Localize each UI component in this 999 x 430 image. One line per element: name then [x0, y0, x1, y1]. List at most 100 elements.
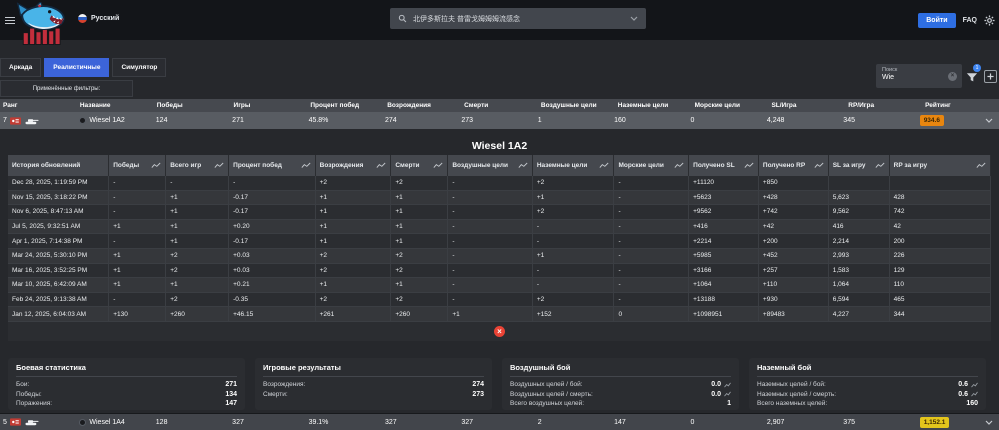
chevron-down-icon[interactable] [630, 16, 638, 21]
history-value: +1 [166, 278, 229, 292]
history-column-header[interactable]: SL за игру [829, 155, 890, 176]
vehicle-row-wiesel-1a4[interactable]: 5Wiesel 1A412832739.1%327327214702,90737… [0, 413, 999, 430]
history-column-header[interactable]: Морские цели [614, 155, 689, 176]
table-search-field[interactable]: Поиск Wie × [876, 64, 962, 88]
mini-chart-icon[interactable] [971, 382, 978, 388]
tab-realistic[interactable]: Реалистичные [44, 58, 109, 77]
mini-chart-icon[interactable] [971, 391, 978, 397]
trend-icon [301, 162, 311, 169]
top-header: Русский 北伊多斯拉夫 普雷戈姆姆姆流感念 Войти FAQ [0, 0, 999, 40]
column-header[interactable]: Процент побед [307, 99, 384, 112]
mini-chart-icon[interactable] [724, 382, 731, 388]
column-header[interactable]: Возрождения [384, 99, 461, 112]
mini-chart-icon[interactable] [724, 391, 731, 397]
history-column-header[interactable]: Наземные цели [533, 155, 615, 176]
tab-simulator[interactable]: Симулятор [112, 58, 166, 77]
history-value: +2 [533, 176, 615, 190]
history-column-header[interactable]: Возрождения [316, 155, 392, 176]
history-value: +2 [316, 293, 392, 307]
history-value: +2 [166, 264, 229, 278]
tab-arcade[interactable]: Аркада [0, 58, 41, 77]
history-column-header[interactable]: Всего игр [166, 155, 229, 176]
history-column-header[interactable]: Получено SL [689, 155, 759, 176]
vehicle-name-cell[interactable]: Wiesel 1A4 [76, 414, 152, 430]
gear-icon[interactable] [984, 15, 995, 26]
vehicle-name-cell[interactable]: Wiesel 1A2 [76, 112, 152, 129]
history-value: +1 [316, 234, 392, 248]
history-value: 6,594 [829, 293, 890, 307]
global-search[interactable]: 北伊多斯拉夫 普雷戈姆姆姆流感念 [390, 8, 646, 29]
stat-value: 375 [840, 414, 916, 430]
close-detail-button[interactable]: × [494, 326, 505, 337]
history-column-header[interactable]: Смерти [391, 155, 448, 176]
column-header[interactable]: Название [77, 99, 154, 112]
history-row: Nov 6, 2025, 8:47:13 AM-+1-0.17+1+1-+2-+… [8, 205, 991, 220]
vehicle-thumb-icon [79, 419, 86, 426]
column-header[interactable]: SL/Игра [768, 99, 845, 112]
history-value: +1 [109, 278, 166, 292]
stat-value: 271 [225, 381, 237, 388]
clear-search-icon[interactable]: × [948, 72, 957, 81]
tank-icon [24, 117, 40, 125]
stat-value: 273 [458, 112, 534, 129]
history-value: - [448, 220, 533, 234]
expand-row-icon[interactable] [985, 420, 993, 425]
history-value [829, 176, 890, 190]
history-column-header[interactable]: RP за игру [890, 155, 991, 176]
search-input-value[interactable]: 北伊多斯拉夫 普雷戈姆姆姆流感念 [413, 14, 624, 24]
history-value: - [614, 205, 689, 219]
history-value: +2 [391, 264, 448, 278]
stat-value: 147 [611, 414, 687, 430]
history-column-header[interactable]: Воздушные цели [448, 155, 533, 176]
column-header[interactable]: Морские цели [692, 99, 769, 112]
site-logo-shark-icon[interactable] [16, 2, 66, 47]
trend-icon [744, 162, 754, 169]
detail-title: Wiesel 1A2 [0, 140, 999, 152]
stat-value: 160 [966, 400, 978, 407]
history-value: +742 [759, 205, 829, 219]
russia-flag-icon [78, 14, 87, 23]
history-value: 1,583 [829, 264, 890, 278]
faq-link[interactable]: FAQ [963, 17, 977, 24]
column-header[interactable]: Ранг [0, 99, 77, 112]
history-row: Apr 1, 2025, 7:14:38 PM-+1-0.17+1+1---+2… [8, 234, 991, 249]
history-value: +2 [533, 293, 615, 307]
login-button[interactable]: Войти [918, 13, 955, 28]
column-header[interactable]: Рейтинг [922, 99, 999, 112]
history-value: - [166, 176, 229, 190]
card-title: Воздушный бой [510, 363, 731, 377]
history-column-header[interactable]: Победы [109, 155, 166, 176]
game-mode-tabs: АркадаРеалистичныеСимулятор [0, 58, 166, 77]
history-value: +1 [391, 220, 448, 234]
column-header[interactable]: Смерти [461, 99, 538, 112]
stat-value: 45.8% [306, 112, 382, 129]
card-stat-row: Воздушных целей / бой:0.0 [510, 380, 731, 390]
stat-value: 0.0 [711, 381, 731, 388]
column-header[interactable]: Наземные цели [615, 99, 692, 112]
stat-value: 2 [535, 414, 611, 430]
filter-icon[interactable] [966, 72, 978, 83]
rank-value: 5 [3, 419, 7, 426]
column-header[interactable]: Победы [154, 99, 231, 112]
expand-row-icon[interactable] [985, 118, 993, 123]
applied-filters-bar[interactable]: Применённые фильтры: [0, 80, 133, 97]
history-column-header[interactable]: История обновлений [8, 155, 109, 176]
history-value: +930 [759, 293, 829, 307]
stats-card: Боевая статистикаБои:271Победы:134Пораже… [8, 358, 245, 410]
history-column-header[interactable]: Процент побед [229, 155, 316, 176]
vehicle-row-wiesel-1a2[interactable]: 7Wiesel 1A212427145.8%274273116004,24834… [0, 112, 999, 129]
column-header[interactable]: Воздушные цели [538, 99, 615, 112]
column-header[interactable]: RP/Игра [845, 99, 922, 112]
language-selector[interactable]: Русский [78, 14, 119, 23]
add-column-button[interactable] [984, 70, 997, 83]
history-value: 344 [890, 307, 991, 321]
table-search-value[interactable]: Wie [882, 74, 956, 81]
history-value: - [614, 176, 689, 190]
history-value: - [533, 278, 615, 292]
header-label: Победы [113, 162, 139, 169]
column-header[interactable]: Игры [231, 99, 308, 112]
history-column-header[interactable]: Получено RP [759, 155, 829, 176]
card-stat-row: Всего наземных целей:160 [757, 399, 978, 409]
history-value: +1 [391, 278, 448, 292]
menu-icon[interactable] [5, 17, 15, 24]
